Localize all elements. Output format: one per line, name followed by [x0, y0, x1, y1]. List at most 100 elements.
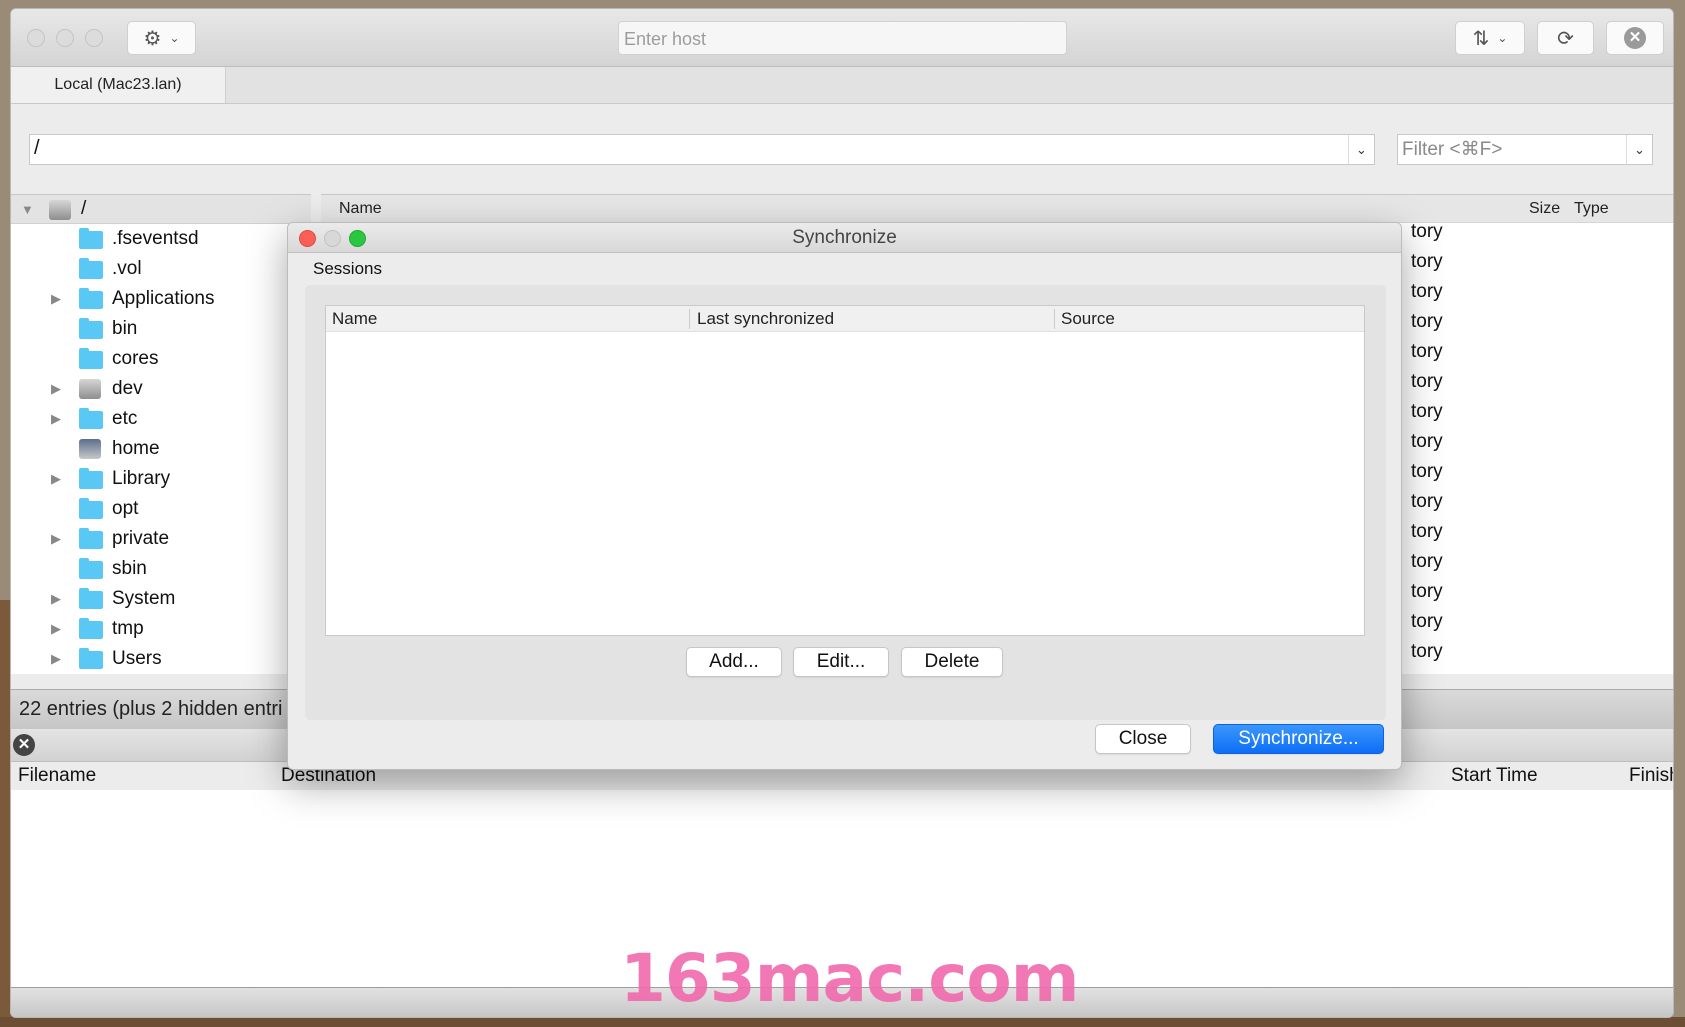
chevron-down-icon: ⌄	[169, 31, 180, 45]
sessions-table-header: Name Last synchronized Source	[326, 306, 1364, 332]
tree-item-label: tmp	[112, 618, 144, 639]
disclosure-collapsed-icon[interactable]: ▶	[51, 291, 61, 307]
tree-item-label: Library	[112, 468, 171, 489]
disconnect-button[interactable]: ✕	[1606, 21, 1664, 55]
disclosure-collapsed-icon[interactable]: ▶	[51, 651, 61, 667]
dialog-zoom-button[interactable]	[349, 230, 366, 247]
file-type-cell: tory	[1411, 371, 1443, 392]
settings-menu-button[interactable]: ⚙ ⌄	[127, 21, 196, 55]
folder-tree: ▼ / .fseventsd .vol ▶ Applications bin cores ▶…	[11, 194, 311, 674]
synchronize-button[interactable]: Synchronize...	[1213, 724, 1384, 754]
system-folder-icon	[79, 588, 103, 609]
disclosure-collapsed-icon[interactable]: ▶	[51, 621, 61, 637]
column-name[interactable]: Name	[339, 200, 382, 218]
disk-icon	[49, 200, 71, 220]
clear-transfers-icon[interactable]: ✕	[13, 734, 35, 756]
refresh-button[interactable]: ⟳	[1537, 21, 1594, 55]
tree-item[interactable]: ▶ tmp	[11, 614, 311, 644]
zoom-window-button[interactable]	[85, 29, 103, 47]
column-session-name[interactable]: Name	[332, 309, 377, 329]
disclosure-collapsed-icon[interactable]: ▶	[51, 411, 61, 427]
users-folder-icon	[79, 648, 103, 669]
disclosure-collapsed-icon[interactable]: ▶	[51, 381, 61, 397]
column-separator	[689, 309, 690, 329]
file-type-cell: tory	[1411, 611, 1443, 632]
file-type-cell: tory	[1411, 641, 1443, 662]
tab-bar: Local (Mac23.lan)	[11, 67, 1673, 104]
delete-session-button[interactable]: Delete	[901, 647, 1003, 677]
tree-item[interactable]: opt	[11, 494, 311, 524]
tree-item[interactable]: ▶ System	[11, 584, 311, 614]
disclosure-collapsed-icon[interactable]: ▶	[51, 471, 61, 487]
folder-icon	[79, 558, 103, 579]
column-size[interactable]: Size	[1529, 200, 1560, 218]
tree-item[interactable]: ▶ dev	[11, 374, 311, 404]
filter-dropdown-button[interactable]: ⌄	[1626, 135, 1652, 164]
disclosure-collapsed-icon[interactable]: ▶	[51, 591, 61, 607]
tree-item[interactable]: ▶ Users	[11, 644, 311, 674]
tree-item[interactable]: bin	[11, 314, 311, 344]
tree-item[interactable]: ▶ Library	[11, 464, 311, 494]
tree-item-label: bin	[112, 318, 138, 339]
close-window-button[interactable]	[27, 29, 45, 47]
tree-item-label: Applications	[112, 288, 215, 309]
path-bar: / ⌄ Filter <⌘F> ⌄	[11, 104, 1673, 194]
transfer-mode-button[interactable]: ⇅ ⌄	[1455, 21, 1525, 55]
tree-item-label: private	[112, 528, 170, 549]
add-session-button[interactable]: Add...	[686, 647, 782, 677]
up-down-arrows-icon: ⇅	[1472, 27, 1490, 50]
sessions-group: Name Last synchronized Source Add... Edi…	[305, 285, 1386, 720]
tree-item[interactable]: cores	[11, 344, 311, 374]
tree-item-label: cores	[112, 348, 159, 369]
edit-session-button[interactable]: Edit...	[793, 647, 889, 677]
column-source[interactable]: Source	[1061, 309, 1115, 329]
tree-item-label: .fseventsd	[112, 228, 199, 249]
tree-root[interactable]: ▼ /	[11, 194, 311, 224]
dialog-close-button[interactable]	[299, 230, 316, 247]
file-type-cell: tory	[1411, 221, 1443, 242]
gear-icon: ⚙	[143, 27, 162, 50]
path-dropdown-button[interactable]: ⌄	[1348, 135, 1374, 164]
filter-input[interactable]: Filter <⌘F> ⌄	[1397, 134, 1653, 165]
file-type-cell: tory	[1411, 311, 1443, 332]
tab-local[interactable]: Local (Mac23.lan)	[11, 67, 226, 103]
column-filename[interactable]: Filename	[18, 765, 96, 787]
disclosure-expanded-icon[interactable]: ▼	[21, 202, 34, 217]
file-type-cell: tory	[1411, 401, 1443, 422]
sessions-table[interactable]: Name Last synchronized Source	[325, 305, 1365, 636]
path-input[interactable]: / ⌄	[29, 134, 1375, 165]
column-last-synchronized[interactable]: Last synchronized	[697, 309, 834, 329]
close-button[interactable]: Close	[1095, 724, 1191, 754]
disclosure-collapsed-icon[interactable]: ▶	[51, 531, 61, 547]
file-type-cell: tory	[1411, 431, 1443, 452]
column-type[interactable]: Type	[1574, 200, 1609, 218]
dialog-titlebar: Synchronize	[288, 223, 1401, 253]
tree-item[interactable]: ▶ private	[11, 524, 311, 554]
applications-folder-icon	[79, 288, 103, 309]
tree-item[interactable]: home	[11, 434, 311, 464]
minimize-window-button[interactable]	[56, 29, 74, 47]
column-separator	[1054, 309, 1055, 329]
tree-item[interactable]: ▶ Applications	[11, 284, 311, 314]
column-finish[interactable]: Finish	[1629, 765, 1673, 787]
dialog-title: Synchronize	[792, 227, 897, 248]
host-input[interactable]: Enter host	[618, 21, 1067, 55]
filter-placeholder: Filter <⌘F>	[1402, 139, 1503, 160]
tree-item[interactable]: ▶ etc	[11, 404, 311, 434]
folder-icon	[79, 498, 103, 519]
refresh-icon: ⟳	[1557, 27, 1574, 50]
file-type-cell: tory	[1411, 461, 1443, 482]
tree-item[interactable]: sbin	[11, 554, 311, 584]
tree-root-label: /	[81, 198, 87, 219]
folder-icon	[79, 318, 103, 339]
file-list-header: Name Size Type	[321, 194, 1673, 223]
synchronize-dialog: Synchronize Sessions Name Last synchroni…	[287, 222, 1402, 770]
dialog-minimize-button[interactable]	[324, 230, 341, 247]
tree-item-label: etc	[112, 408, 138, 429]
tree-item[interactable]: .fseventsd	[11, 224, 311, 254]
toolbar: ⚙ ⌄ Enter host ⇅ ⌄ ⟳ ✕	[11, 9, 1673, 67]
sessions-label: Sessions	[313, 259, 382, 278]
tree-item-label: System	[112, 588, 176, 609]
column-start-time[interactable]: Start Time	[1451, 765, 1538, 787]
tree-item[interactable]: .vol	[11, 254, 311, 284]
